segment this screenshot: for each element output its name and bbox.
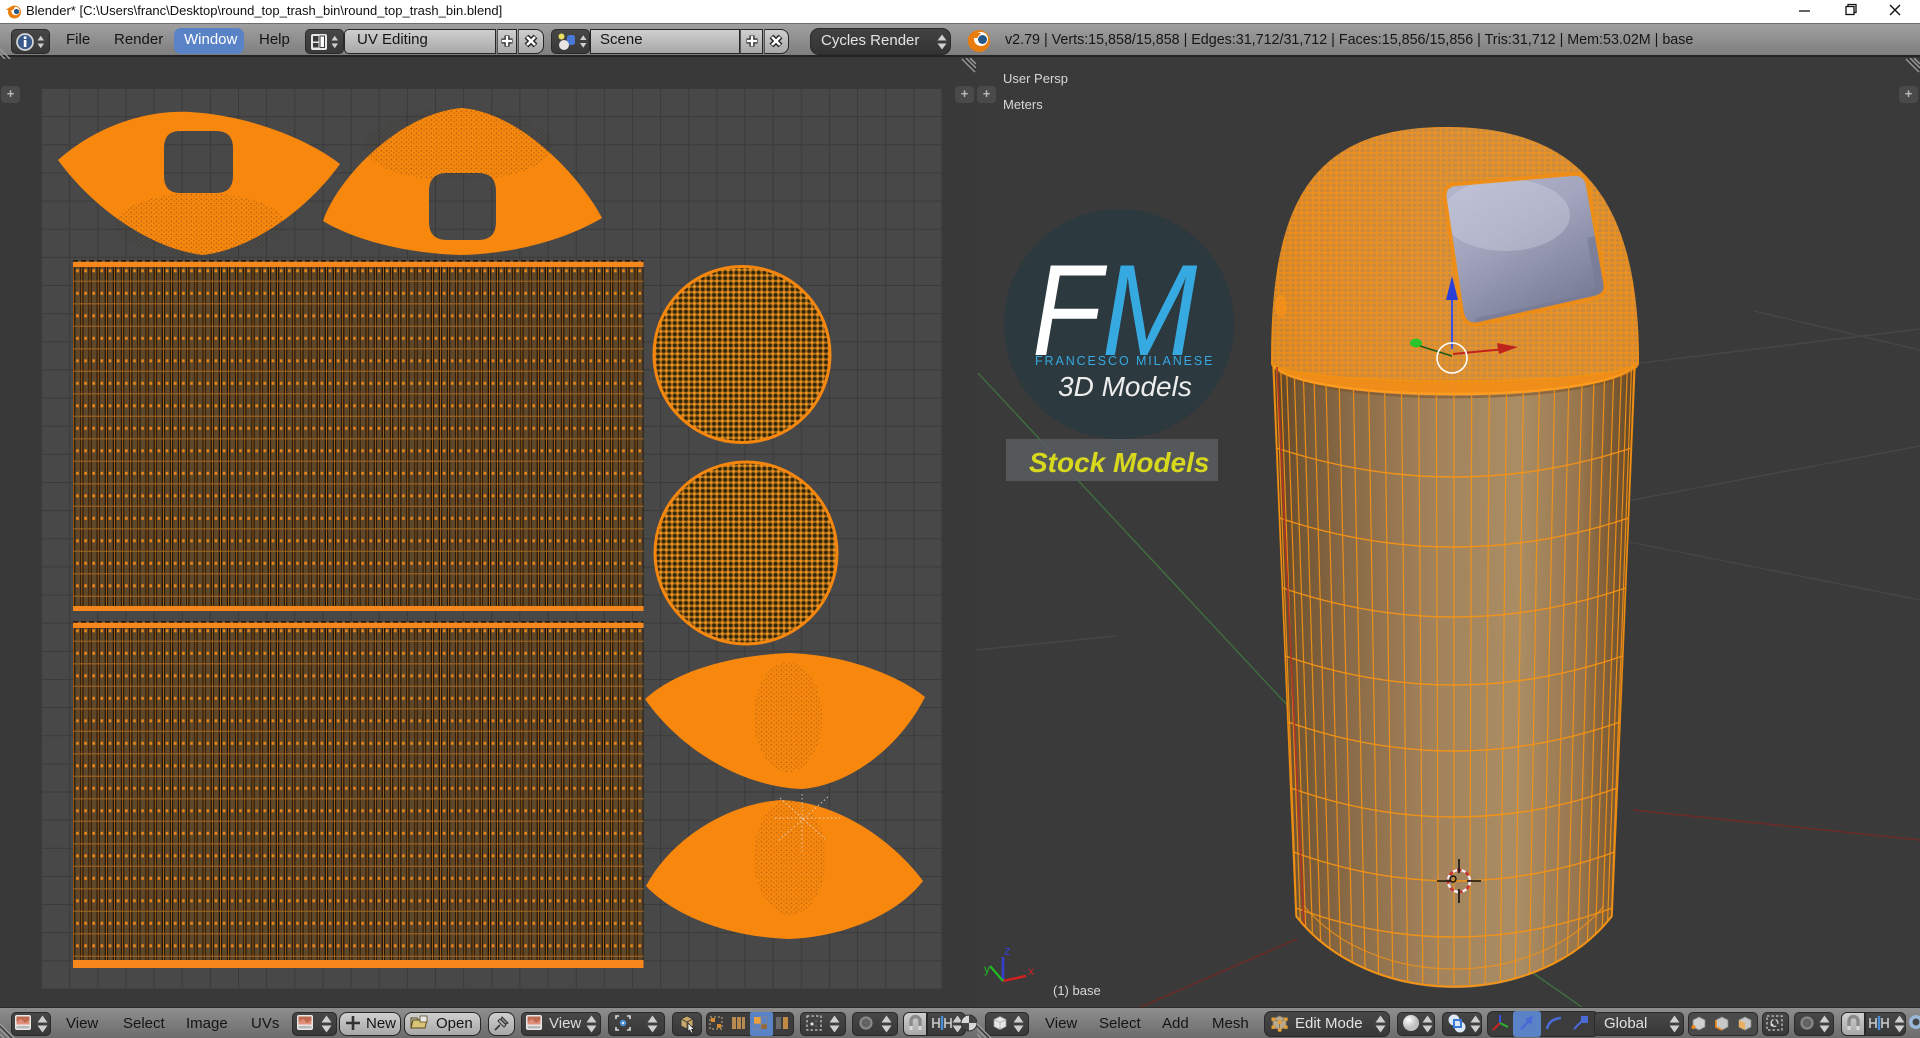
svg-text:z: z: [1004, 943, 1011, 958]
svg-text:x: x: [1028, 964, 1034, 978]
svg-text:y: y: [984, 962, 990, 976]
